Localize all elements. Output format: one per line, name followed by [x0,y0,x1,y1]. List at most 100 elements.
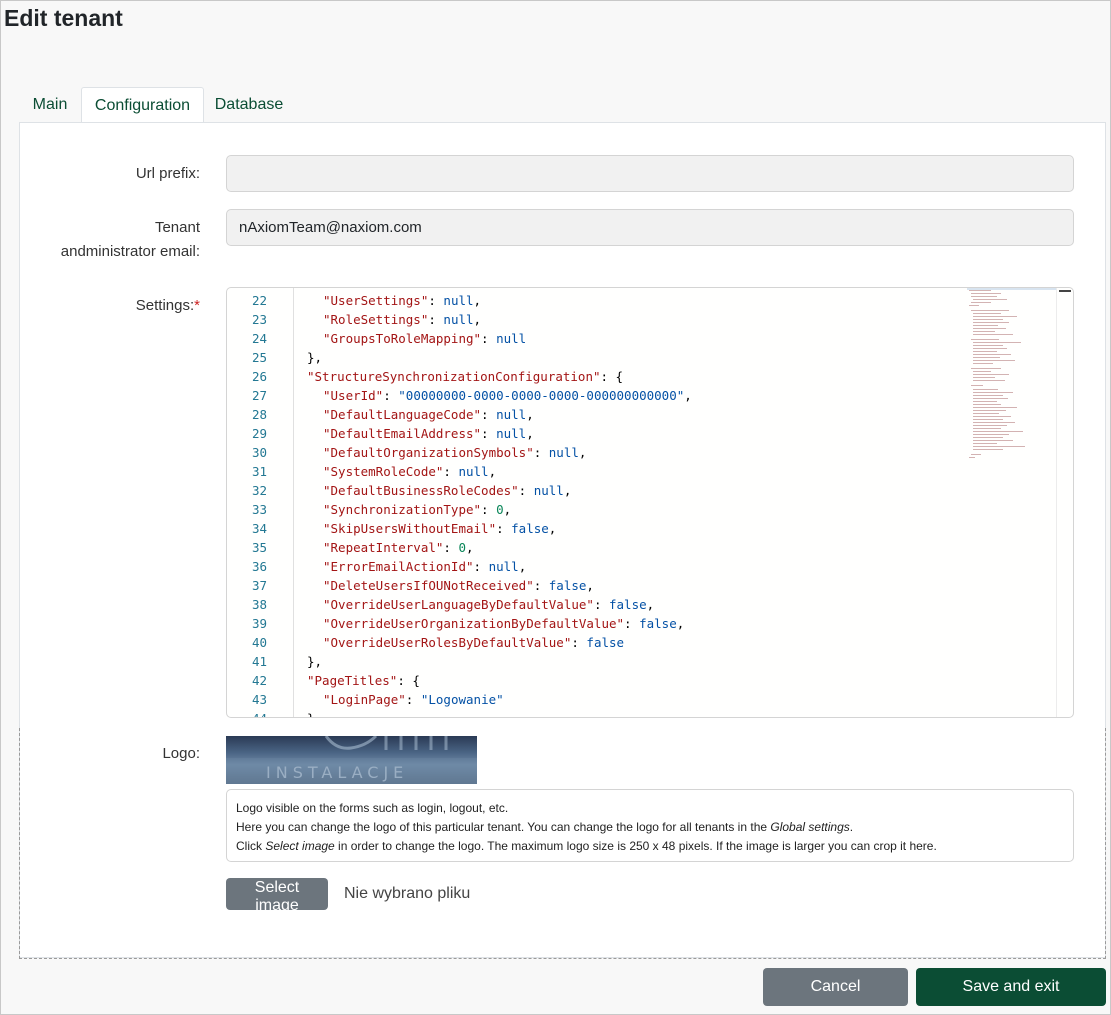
line-number: 43 [251,692,267,707]
code-token: , [526,426,534,441]
page-title: Edit tenant [4,5,123,31]
code-token: false [586,635,625,650]
select-image-button[interactable]: Select image [226,878,328,914]
code-token: : [533,445,549,460]
code-line[interactable]: 31 "SystemRoleCode": null, [227,462,967,481]
code-token: false [609,597,647,612]
logo-image: INSTALACJE [226,736,477,784]
code-line[interactable]: 35 "RepeatInterval": 0, [227,538,967,557]
code-text: "LoginPage": "Logowanie" [323,690,504,709]
code-text: "UserSettings": null, [323,291,481,310]
code-token: null [443,312,474,327]
settings-label-text: Settings: [135,297,195,314]
editor-scrollbar[interactable] [1056,288,1073,717]
code-token: : [533,578,549,593]
code-line[interactable]: 30 "DefaultOrganizationSymbols": null, [227,443,967,462]
code-token: : [428,312,444,327]
admin-email-input[interactable]: nAxiomTeam@naxiom.com [226,209,1074,246]
code-text: "SystemRoleCode": null, [323,462,496,481]
help-line-2-end: . [849,820,854,834]
no-file-selected-text: Nie wybrano pliku [344,885,471,902]
editor-minimap[interactable] [967,288,1057,717]
line-number: 27 [251,388,267,403]
code-token: "UserId" [323,388,384,403]
code-line[interactable]: 37 "DeleteUsersIfOUNotReceived": false, [227,576,967,595]
code-text: }, [307,348,322,367]
line-number: 35 [251,540,267,555]
code-text: "GroupsToRoleMapping": null [323,329,526,348]
code-text: "RoleSettings": null, [323,310,481,329]
code-line[interactable]: 36 "ErrorEmailActionId": null, [227,557,967,576]
code-line[interactable]: 23 "RoleSettings": null, [227,310,967,329]
code-token: , [563,483,572,498]
code-token: "OverrideUserOrganizationByDefaultValue" [323,616,625,631]
code-line[interactable]: 40 "OverrideUserRolesByDefaultValue": fal… [227,633,967,652]
cancel-button[interactable]: Cancel [763,968,908,1006]
code-token: : [571,635,587,650]
tab-database[interactable]: Database [204,87,294,123]
line-number: 41 [251,654,267,669]
code-token: , [488,464,497,479]
code-line[interactable]: 41}, [227,652,967,671]
line-number: 40 [251,635,267,650]
code-token: : [405,692,421,707]
code-token: "UserSettings" [323,293,429,308]
code-token: null [443,293,474,308]
code-line[interactable]: 44} [227,709,967,717]
code-line[interactable]: 25}, [227,348,967,367]
code-token: : [481,331,497,346]
code-line[interactable]: 24 "GroupsToRoleMapping": null [227,329,967,348]
code-line[interactable]: 27 "UserId": "00000000-0000-0000-0000-000… [227,386,967,405]
code-token: "RoleSettings" [323,312,429,327]
save-and-exit-button[interactable]: Save and exit [916,968,1106,1006]
code-line[interactable]: 39 "OverrideUserOrganizationByDefaultValu… [227,614,967,633]
code-line[interactable]: 42 "PageTitles": { [227,671,967,690]
code-token: "SystemRoleCode" [323,464,444,479]
code-token: , [586,578,594,593]
settings-label: Settings:* [136,294,200,318]
code-line[interactable]: 26 "StructureSynchronizationConfiguration… [227,367,967,386]
code-token: false [511,521,549,536]
code-token: "SkipUsersWithoutEmail" [323,521,497,536]
code-text: "ErrorEmailActionId": null, [323,557,526,576]
code-line[interactable]: 28 "DefaultLanguageCode": null, [227,405,967,424]
url-prefix-input[interactable] [226,155,1074,192]
code-token: "OverrideUserLanguageByDefaultValue" [323,597,594,612]
code-token: null [488,559,519,574]
code-token: "GroupsToRoleMapping" [323,331,482,346]
code-text: "OverrideUserLanguageByDefaultValue": fa… [323,595,654,614]
code-token: : [481,407,497,422]
tab-main[interactable]: Main [19,87,81,123]
line-number: 44 [227,709,267,717]
code-token: "00000000-0000-0000-0000-000000000000" [398,388,685,403]
line-number: 24 [251,331,267,346]
select-image-ref: Select image [265,839,335,853]
code-token: "DefaultBusinessRoleCodes" [323,483,519,498]
code-token: null [496,426,527,441]
code-line[interactable]: 32 "DefaultBusinessRoleCodes": null, [227,481,967,500]
code-line[interactable]: 34 "SkipUsersWithoutEmail": false, [227,519,967,538]
code-line[interactable]: 22 "UserSettings": null, [227,291,967,310]
logo-help-text: Logo visible on the forms such as login,… [226,789,1074,862]
code-line[interactable]: 33 "SynchronizationType": 0, [227,500,967,519]
code-token: false [548,578,587,593]
code-line[interactable]: 38 "OverrideUserLanguageByDefaultValue": … [227,595,967,614]
code-token: "OverrideUserRolesByDefaultValue" [323,635,572,650]
settings-code-editor[interactable]: 22 "UserSettings": null, 23 "RoleSettings":… [226,287,1074,718]
code-token: : [593,597,609,612]
editor-scroll-thumb[interactable] [1059,290,1071,292]
code-line[interactable]: 43 "LoginPage": "Logowanie" [227,690,967,709]
code-token: , [676,616,685,631]
line-number: 30 [251,445,267,460]
code-token: : [428,293,444,308]
tab-configuration[interactable]: Configuration [81,87,204,123]
line-number: 39 [251,616,267,631]
code-line[interactable]: 29 "DefaultEmailAddress": null, [227,424,967,443]
required-mark: * [194,297,200,314]
code-text: }, [307,652,322,671]
code-token: : [518,483,534,498]
code-token: }, [307,350,323,365]
code-token: "RepeatInterval" [323,540,444,555]
admin-email-label-line1: Tenant [154,219,200,236]
code-text: "DefaultLanguageCode": null, [323,405,534,424]
